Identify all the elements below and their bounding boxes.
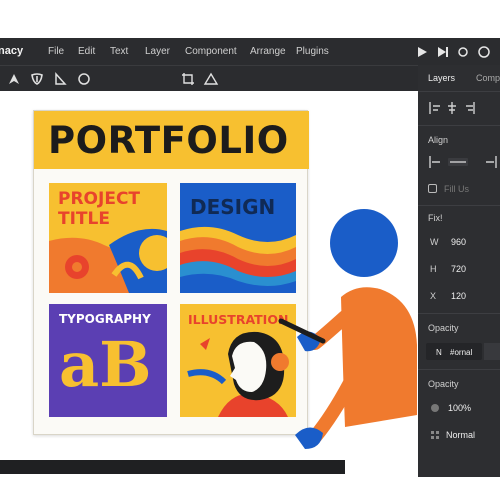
tab-layers[interactable]: Layers bbox=[428, 73, 455, 83]
align-left-icons[interactable] bbox=[428, 101, 492, 115]
design-label: DESIGN bbox=[190, 195, 276, 219]
designer-figure-illustration bbox=[278, 209, 417, 449]
app-window: nacy File Edit Text Layer Component Arra… bbox=[0, 0, 500, 500]
bottom-bar bbox=[0, 460, 345, 474]
typography-glyphs: aB bbox=[59, 328, 152, 401]
opacity-label-2: Opacity bbox=[428, 379, 459, 389]
menu-bar: nacy File Edit Text Layer Component Arra… bbox=[0, 38, 500, 65]
width-value[interactable]: 960 bbox=[451, 237, 466, 247]
blend-mode-value[interactable]: Normal bbox=[446, 430, 475, 440]
menu-arrange[interactable]: Arrange bbox=[250, 46, 286, 57]
properties-panel: Layers Comp Align Fill Us Fix! W 960 H 7… bbox=[418, 65, 500, 477]
portfolio-title: PORTFOLIO bbox=[48, 119, 289, 162]
menu-file[interactable]: File bbox=[48, 46, 64, 57]
crop-icon[interactable] bbox=[180, 71, 196, 87]
menu-text[interactable]: Text bbox=[110, 46, 128, 57]
x-label: X bbox=[430, 291, 437, 301]
triangle-outline-icon[interactable] bbox=[203, 71, 219, 87]
blend-prefix: N bbox=[436, 348, 442, 357]
project-label: PROJECT bbox=[58, 189, 141, 209]
project-title-card[interactable]: PROJECT TITLE bbox=[49, 183, 167, 293]
height-value[interactable]: 720 bbox=[451, 264, 466, 274]
triangle-icon[interactable] bbox=[52, 71, 68, 87]
help-icon[interactable] bbox=[476, 44, 492, 60]
typography-card[interactable]: TYPOGRAPHY aB bbox=[49, 304, 167, 417]
play-icon[interactable] bbox=[414, 44, 430, 60]
fill-checkbox[interactable] bbox=[428, 184, 437, 193]
menu-layer[interactable]: Layer bbox=[145, 46, 170, 57]
menu-component[interactable]: Component bbox=[185, 46, 237, 57]
menu-edit[interactable]: Edit bbox=[78, 46, 95, 57]
illustration-label: ILLUSTRATION bbox=[188, 312, 289, 327]
title-label: TITLE bbox=[58, 209, 110, 229]
fill-options: Fill Us bbox=[444, 184, 469, 194]
shield-icon[interactable] bbox=[29, 71, 45, 87]
app-name: nacy bbox=[0, 45, 24, 57]
portfolio-artboard[interactable]: PORTFOLIO PROJECT TITLE DESIGN TYPOGRAPH… bbox=[33, 110, 309, 435]
align-label: Align bbox=[428, 135, 449, 145]
width-label: W bbox=[430, 237, 439, 247]
opacity-label: Opacity bbox=[428, 323, 459, 333]
typography-label: TYPOGRAPHY bbox=[59, 312, 151, 326]
fix-label: Fix! bbox=[428, 213, 443, 223]
align-buttons-icons[interactable] bbox=[428, 155, 500, 169]
circle-icon[interactable] bbox=[76, 71, 92, 87]
record-icon[interactable] bbox=[455, 44, 471, 60]
tool-bar bbox=[0, 65, 418, 91]
x-value[interactable]: 120 bbox=[451, 291, 466, 301]
blend-value: #ornal bbox=[450, 348, 473, 357]
opacity-icon bbox=[431, 404, 439, 412]
height-label: H bbox=[430, 264, 437, 274]
present-icon[interactable] bbox=[434, 44, 450, 60]
pen-tool-icon[interactable] bbox=[6, 71, 22, 87]
menu-plugins[interactable]: Plugins bbox=[296, 46, 329, 57]
color-swatch[interactable] bbox=[484, 343, 500, 360]
opacity-value[interactable]: 100% bbox=[448, 403, 471, 413]
grid-icon bbox=[431, 431, 439, 439]
tab-components[interactable]: Comp bbox=[476, 73, 500, 83]
